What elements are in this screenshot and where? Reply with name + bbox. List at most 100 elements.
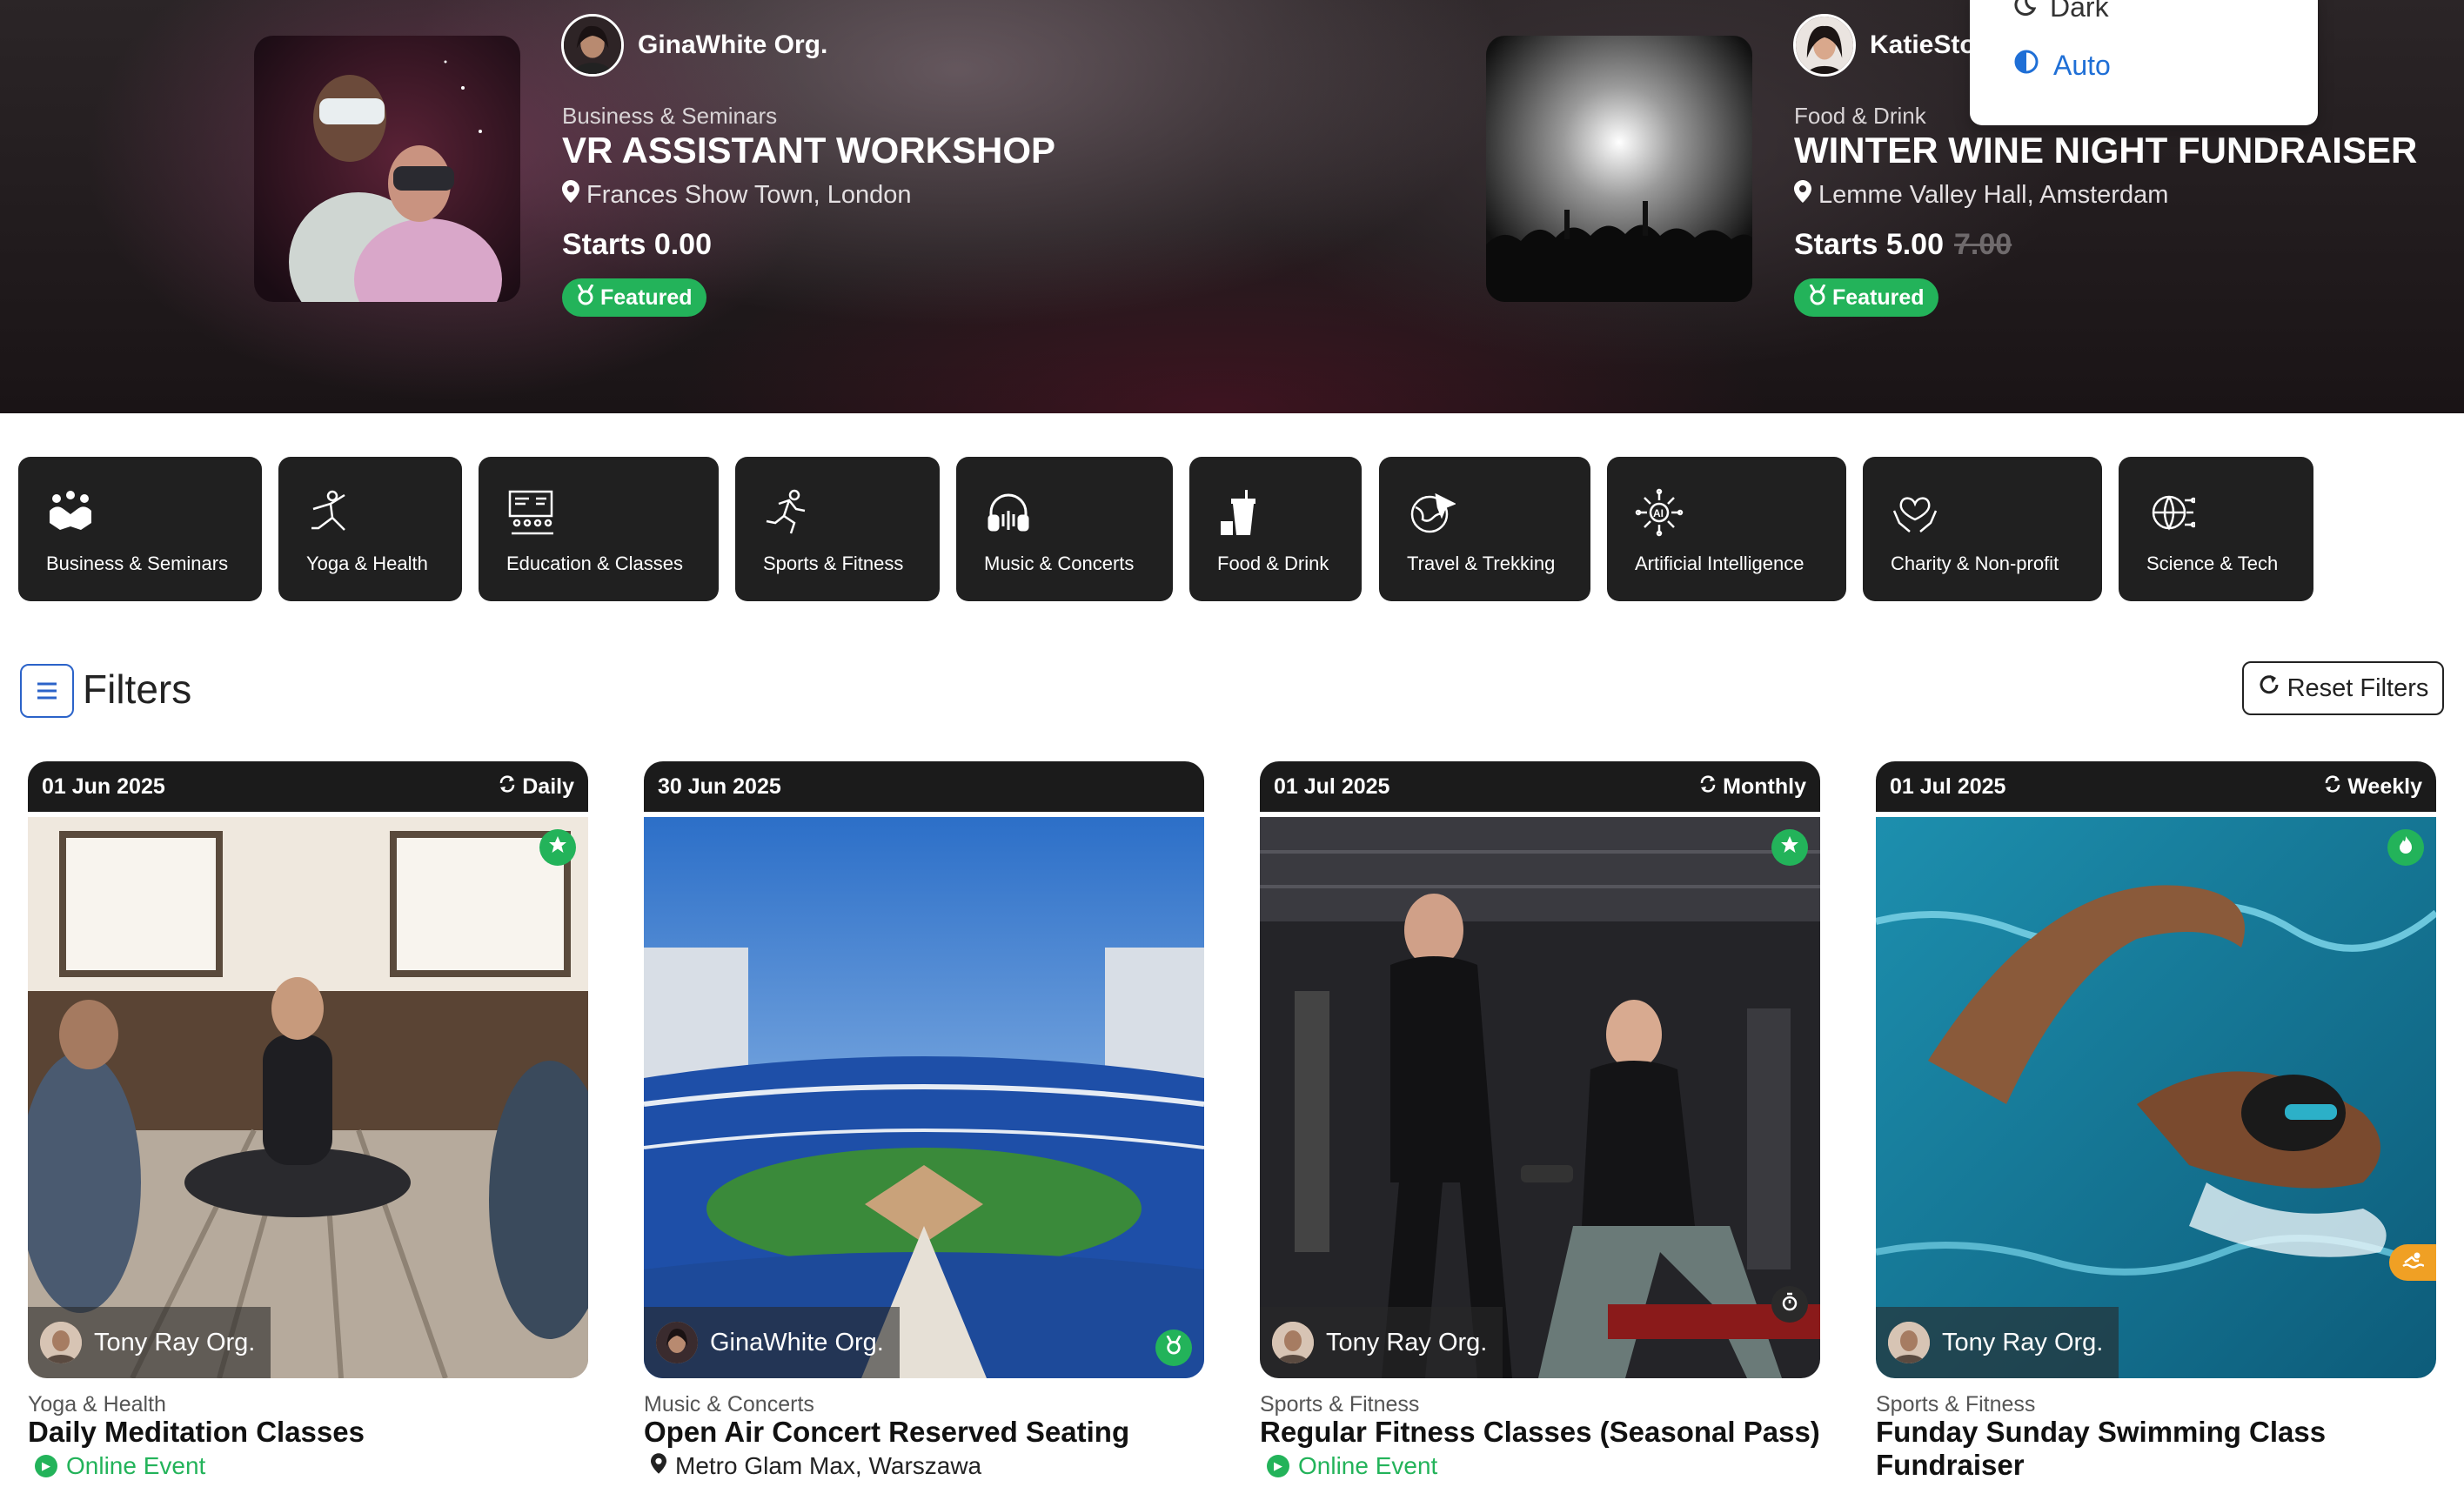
category-tile-sports[interactable]: Sports & Fitness	[735, 457, 940, 601]
theme-option-dark[interactable]: Dark	[2013, 0, 2109, 23]
featured-label: Featured	[600, 285, 693, 310]
event-date: 30 Jun 2025	[658, 774, 781, 799]
location-text: Frances Show Town, London	[586, 180, 912, 209]
organizer-name: GinaWhite Org.	[710, 1328, 884, 1356]
hero-organizer[interactable]: KatieSto	[1793, 14, 1976, 77]
category-label: Business & Seminars	[46, 553, 229, 574]
heart-hands-icon	[1891, 488, 1939, 537]
reset-filters-label: Reset Filters	[2287, 673, 2429, 702]
theme-option-auto[interactable]: Auto	[2013, 49, 2111, 82]
globe-plane-icon	[1407, 488, 1457, 537]
theme-option-label: Auto	[2053, 49, 2111, 81]
hero-category: Food & Drink	[1794, 103, 1926, 129]
hero-organizer[interactable]: GinaWhite Org.	[561, 14, 827, 77]
event-online-tag: ▶ Online Event	[1267, 1452, 1437, 1480]
event-venue: Metro Glam Max, Warszawa	[651, 1452, 981, 1480]
star-icon	[548, 835, 567, 860]
event-image[interactable]: Tony Ray Org.	[1260, 817, 1820, 1378]
category-tile-ai[interactable]: AI Artificial Intelligence	[1607, 457, 1846, 601]
hero-title[interactable]: VR ASSISTANT WORKSHOP	[562, 130, 1055, 171]
card-header: 01 Jun 2025 Daily	[28, 761, 588, 812]
map-pin-icon	[1794, 180, 1811, 210]
featured-badge: Featured	[1794, 278, 1938, 317]
category-tile-charity[interactable]: Charity & Non-profit	[1863, 457, 2102, 601]
hero-event-image[interactable]	[254, 36, 520, 302]
repeat-icon	[498, 774, 517, 800]
card-organizer[interactable]: GinaWhite Org.	[644, 1307, 900, 1378]
swimmer-icon	[2401, 1250, 2425, 1275]
event-category: Music & Concerts	[644, 1392, 814, 1417]
event-title[interactable]: Daily Meditation Classes	[28, 1416, 588, 1449]
category-label: Charity & Non-profit	[1891, 553, 2059, 574]
category-label: Education & Classes	[506, 553, 683, 574]
reset-filters-button[interactable]: Reset Filters	[2242, 661, 2444, 715]
event-title[interactable]: Funday Sunday Swimming Class Fundraiser	[1876, 1416, 2436, 1482]
hero-location: Frances Show Town, London	[562, 180, 911, 210]
repeat-icon	[1698, 774, 1717, 800]
handshake-icon	[46, 488, 95, 537]
ai-chip-icon: AI	[1635, 488, 1684, 537]
event-image[interactable]: GinaWhite Org.	[644, 817, 1204, 1378]
category-label: Food & Drink	[1217, 553, 1329, 574]
organizer-avatar	[1888, 1322, 1930, 1363]
card-organizer[interactable]: Tony Ray Org.	[1876, 1307, 2119, 1378]
event-title[interactable]: Regular Fitness Classes (Seasonal Pass)	[1260, 1416, 1820, 1449]
star-badge	[1771, 829, 1808, 866]
event-title[interactable]: Open Air Concert Reserved Seating	[644, 1416, 1204, 1449]
hero-event-image[interactable]	[1486, 36, 1752, 302]
event-subtitle: Metro Glam Max, Warszawa	[675, 1452, 982, 1479]
repeat-icon	[2323, 774, 2342, 800]
price-text: Starts 0.00	[562, 228, 712, 261]
star-icon	[1780, 835, 1799, 860]
svg-text:AI: AI	[1653, 507, 1664, 519]
card-organizer[interactable]: Tony Ray Org.	[1260, 1307, 1503, 1378]
filter-toggle-button[interactable]	[20, 664, 74, 718]
card-header: 30 Jun 2025	[644, 761, 1204, 812]
category-tile-yoga[interactable]: Yoga & Health	[278, 457, 462, 601]
category-tile-food[interactable]: Food & Drink	[1189, 457, 1362, 601]
medal-icon	[1808, 283, 1827, 311]
category-tile-education[interactable]: Education & Classes	[479, 457, 719, 601]
contrast-icon	[2013, 49, 2039, 82]
category-label: Artificial Intelligence	[1635, 553, 1804, 574]
event-category: Sports & Fitness	[1876, 1392, 2036, 1417]
event-image[interactable]: Tony Ray Org.	[1876, 817, 2436, 1378]
organizer-avatar	[40, 1322, 82, 1363]
location-text: Lemme Valley Hall, Amsterdam	[1818, 180, 2169, 209]
hero-title[interactable]: WINTER WINE NIGHT FUNDRAISER	[1794, 130, 2417, 171]
event-image[interactable]: Tony Ray Org.	[28, 817, 588, 1378]
category-tile-music[interactable]: Music & Concerts	[956, 457, 1173, 601]
moon-icon	[2013, 0, 2037, 23]
event-date: 01 Jul 2025	[1890, 774, 2006, 799]
play-icon: ▶	[35, 1455, 57, 1477]
featured-badge: Featured	[562, 278, 706, 317]
category-tile-travel[interactable]: Travel & Trekking	[1379, 457, 1590, 601]
old-price: 7.00	[1954, 228, 2012, 261]
tech-globe-icon	[2146, 488, 2197, 537]
event-online-tag: ▶ Online Event	[35, 1452, 205, 1480]
hero-location: Lemme Valley Hall, Amsterdam	[1794, 180, 2168, 210]
organizer-name: GinaWhite Org.	[638, 30, 828, 59]
headphones-icon	[984, 488, 1033, 537]
category-tile-science[interactable]: Science & Tech	[2119, 457, 2313, 601]
refresh-icon	[2258, 673, 2280, 703]
event-subtitle: Online Event	[66, 1452, 206, 1479]
organizer-name: KatieSto	[1870, 30, 1976, 59]
swimmer-badge	[2389, 1244, 2436, 1281]
category-label: Science & Tech	[2146, 553, 2279, 574]
medal-icon	[576, 283, 595, 311]
organizer-avatar	[561, 14, 624, 77]
organizer-avatar	[656, 1322, 698, 1363]
medal-icon	[1165, 1335, 1182, 1360]
map-pin-icon	[651, 1452, 666, 1480]
menu-icon	[36, 674, 58, 708]
price-text: Starts 5.00	[1794, 228, 1944, 261]
card-organizer[interactable]: Tony Ray Org.	[28, 1307, 271, 1378]
recurrence-tag: Weekly	[2323, 774, 2422, 800]
category-label: Yoga & Health	[306, 553, 428, 574]
runner-icon	[763, 488, 812, 537]
recurrence-label: Monthly	[1723, 774, 1806, 799]
category-tile-business[interactable]: Business & Seminars	[18, 457, 262, 601]
organizer-name: Tony Ray Org.	[1326, 1328, 1488, 1356]
map-pin-icon	[562, 180, 579, 210]
